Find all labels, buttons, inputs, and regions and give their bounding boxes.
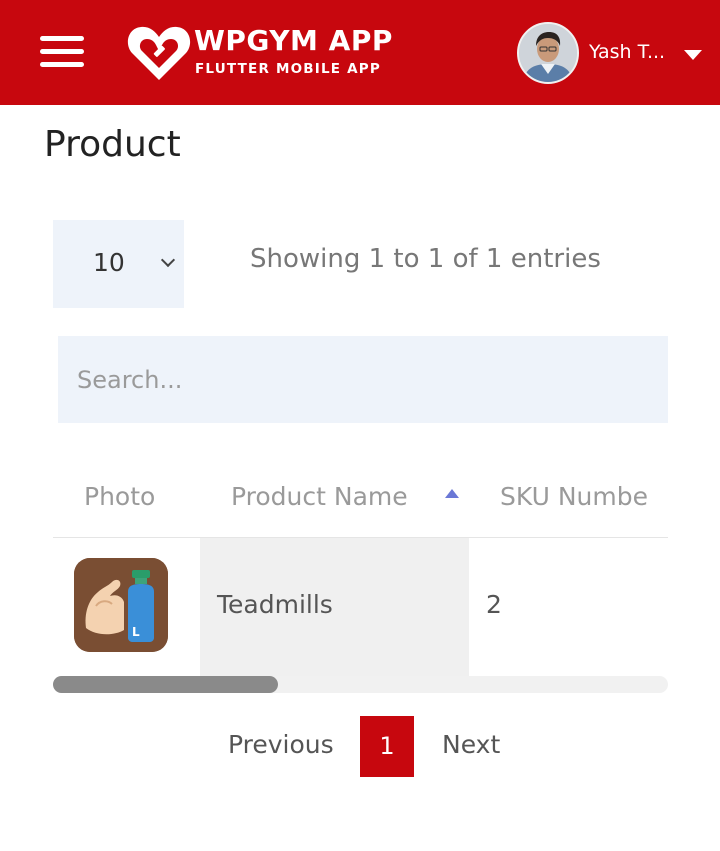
avatar[interactable] [517,22,579,84]
heart-logo-icon [127,26,191,80]
sort-ascending-icon [445,489,459,498]
menu-icon[interactable] [40,36,84,68]
muscle-bottle-icon: L [74,558,168,652]
column-header-sku-number[interactable]: SKU Numbe [500,482,648,511]
menu-bar [40,62,84,67]
app-header: WPGYM APP FLUTTER MOBILE APP Yash T... [0,0,720,105]
app-logo: WPGYM APP FLUTTER MOBILE APP [126,22,396,84]
column-header-product-name[interactable]: Product Name [231,482,408,511]
product-table: Photo Product Name SKU Numbe L Teadmills… [53,462,668,676]
page-length-select[interactable]: 10 [53,220,184,308]
scrollbar-thumb[interactable] [53,676,278,693]
chevron-down-icon [160,252,176,268]
page-length-value: 10 [93,248,125,277]
current-page-button[interactable]: 1 [360,716,414,777]
menu-bar [40,36,84,41]
logo-subtitle: FLUTTER MOBILE APP [195,61,381,77]
svg-text:L: L [132,625,140,639]
sku-number-cell: 2 [486,590,502,619]
next-page-button[interactable]: Next [442,730,500,759]
menu-bar [40,49,84,54]
product-photo: L [74,558,168,652]
horizontal-scrollbar[interactable] [53,676,668,693]
search-input[interactable] [58,336,668,423]
logo-title: WPGYM APP [194,24,393,57]
page-title: Product [44,124,181,165]
previous-page-button[interactable]: Previous [228,730,334,759]
user-name: Yash T... [589,41,666,63]
product-name-cell: Teadmills [217,590,333,619]
column-header-photo[interactable]: Photo [84,482,155,511]
user-menu[interactable]: Yash T... [517,22,707,84]
entries-info: Showing 1 to 1 of 1 entries [250,244,601,274]
caret-down-icon[interactable] [684,50,702,60]
user-avatar-icon [519,24,577,82]
